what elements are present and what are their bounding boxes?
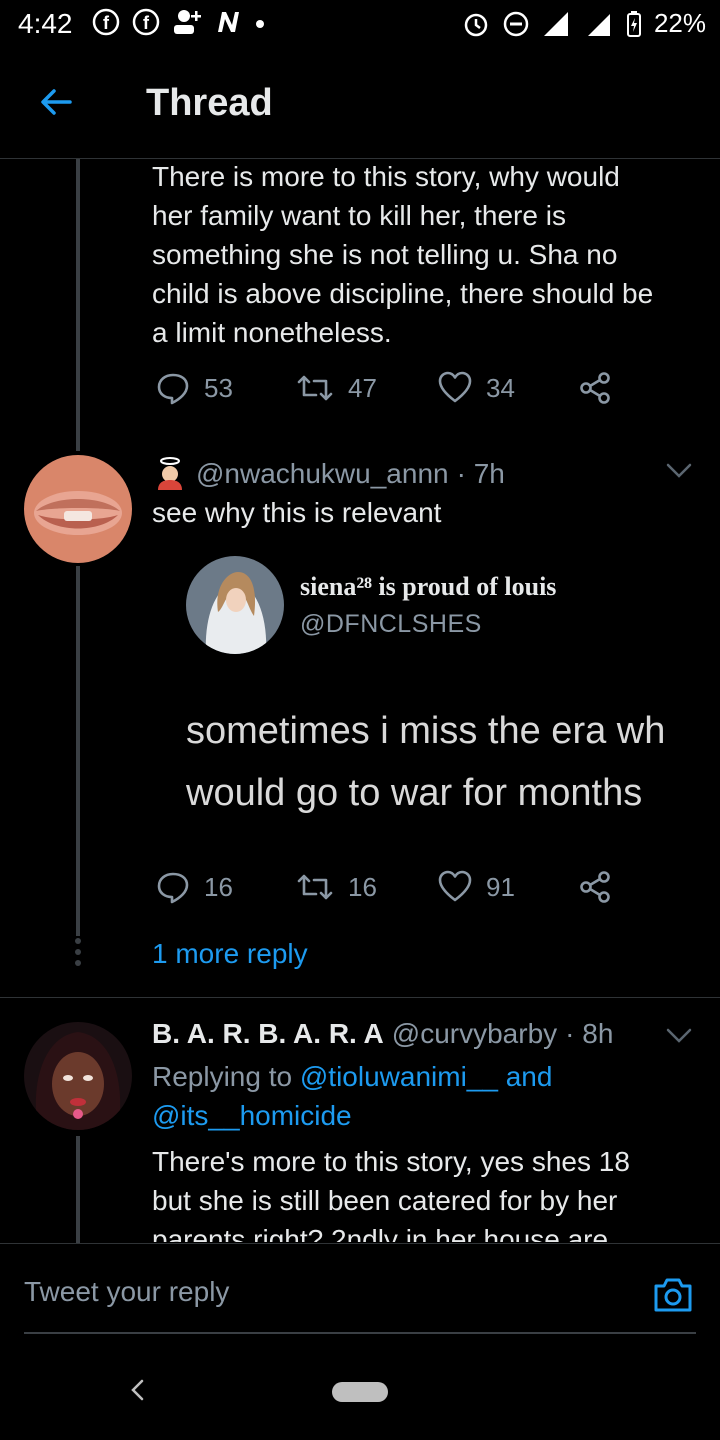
reply-button[interactable]: 16 (156, 870, 233, 904)
avatar[interactable] (24, 455, 132, 563)
tweet-time: · 7h (456, 458, 505, 489)
tweet-text-line: There's more to this story, yes shes 18 (152, 1146, 630, 1177)
quoted-body-line: sometimes i miss the era wh (186, 710, 666, 752)
like-button[interactable]: 34 (438, 371, 515, 405)
like-count: 91 (486, 871, 515, 902)
reply-icon (157, 872, 189, 904)
share-button[interactable] (578, 371, 612, 405)
system-icons: 22% (462, 8, 706, 39)
status-time: 4:42 (18, 8, 73, 39)
reply-composer: Tweet your reply (0, 1243, 720, 1334)
heart-icon (438, 371, 472, 403)
tweet-handle[interactable]: @nwachukwu_annn (196, 458, 449, 490)
retweet-icon (297, 874, 333, 900)
signal-3g-icon (587, 13, 610, 36)
tweet-handle[interactable]: @curvybarby (392, 1018, 557, 1050)
share-button[interactable] (578, 870, 612, 904)
replying-and: and (505, 1061, 553, 1092)
tweet-text-line: something she is not telling u. Sha no (152, 239, 618, 270)
thread-line (76, 566, 80, 936)
quoted-body: sometimes i miss the era wh would go to … (186, 700, 665, 824)
n-icon (218, 12, 239, 32)
angel-emoji-icon (158, 457, 182, 490)
mention-link[interactable]: @tioluwanimi__ (300, 1061, 498, 1092)
share-icon (580, 871, 610, 903)
tweet-text-line: child is above discipline, there should … (152, 278, 654, 309)
thread-line (76, 1136, 80, 1244)
camera-icon[interactable] (652, 1274, 694, 1314)
like-button[interactable]: 91 (438, 870, 515, 904)
reply-input-underline (24, 1332, 696, 1334)
battery-icon (626, 10, 641, 37)
nav-home-pill[interactable] (332, 1382, 388, 1402)
more-replies-link[interactable]: 1 more reply (152, 934, 308, 973)
tweet-meta: @nwachukwu_annn · 7h (152, 456, 505, 492)
tweet-text-line: There is more to this story, why would (152, 161, 620, 192)
back-arrow-icon[interactable] (36, 82, 76, 122)
signal-icon (543, 11, 568, 36)
mention-link[interactable]: @its__homicide (152, 1100, 352, 1131)
heart-icon (438, 870, 472, 902)
thread-line (76, 159, 80, 451)
quoted-tweet-image[interactable]: siena²⁸ is proud of louis @DFNCLSHES som… (186, 556, 720, 836)
tweet-text-line: a limit nonetheless. (152, 317, 392, 348)
retweet-button[interactable]: 47 (296, 371, 377, 405)
tweet-text-line: her family want to kill her, there is (152, 200, 566, 231)
reply-button[interactable]: 53 (156, 371, 233, 405)
tweet-actions: 16 16 91 (152, 870, 622, 910)
retweet-icon (297, 375, 333, 401)
tweet-text-line: but she is still been catered for by her (152, 1185, 618, 1216)
reply-count: 53 (204, 372, 233, 403)
chevron-down-icon[interactable] (666, 1028, 692, 1044)
quoted-handle: @DFNCLSHES (300, 610, 482, 638)
tweet-text: There is more to this story, why would h… (152, 157, 653, 352)
facebook-icon: f (132, 8, 160, 36)
replying-to: Replying to @tioluwanimi__ and @its__hom… (152, 1057, 552, 1135)
tweet-text: There's more to this story, yes shes 18 … (152, 1142, 630, 1242)
notification-icons: f f (92, 8, 266, 36)
replying-prefix: Replying to (152, 1061, 293, 1092)
battery-percent: 22% (653, 8, 706, 38)
reply-input[interactable]: Tweet your reply (24, 1276, 229, 1308)
tweet-text: see why this is relevant (152, 497, 442, 528)
reply-icon (157, 373, 189, 405)
nav-back-icon[interactable] (126, 1378, 150, 1402)
share-icon (580, 372, 610, 404)
svg-text:f: f (143, 13, 150, 33)
status-bar: 4:42 f f 22% (0, 0, 720, 52)
divider (0, 997, 720, 998)
dot-icon (256, 20, 264, 28)
tweet-meta: B. A. R. B. A. R. A @curvybarby · 8h (152, 1018, 613, 1050)
tweet-time: · 8h (565, 1018, 614, 1049)
svg-text:f: f (103, 13, 110, 33)
quoted-display-name: siena²⁸ is proud of louis (300, 572, 557, 601)
reply-count: 16 (204, 871, 233, 902)
avatar[interactable] (24, 1022, 132, 1130)
display-name[interactable]: B. A. R. B. A. R. A (152, 1018, 384, 1050)
chevron-down-icon[interactable] (666, 463, 692, 479)
retweet-count: 16 (348, 871, 377, 902)
like-count: 34 (486, 372, 515, 403)
more-dots-icon (75, 938, 81, 966)
facebook-icon: f (92, 8, 120, 36)
page-title: Thread (146, 82, 273, 124)
alarm-icon (464, 13, 488, 36)
thread-header: Thread (0, 52, 720, 159)
tweet-text-line: parents right? 2ndly in her house are (152, 1224, 609, 1242)
retweet-button[interactable]: 16 (296, 870, 377, 904)
quoted-body-line: would go to war for months (186, 772, 643, 814)
retweet-count: 47 (348, 372, 377, 403)
dnd-icon (503, 11, 529, 36)
tweet-actions: 53 47 34 (152, 371, 622, 411)
add-person-icon (174, 10, 201, 34)
quoted-avatar (186, 556, 284, 654)
